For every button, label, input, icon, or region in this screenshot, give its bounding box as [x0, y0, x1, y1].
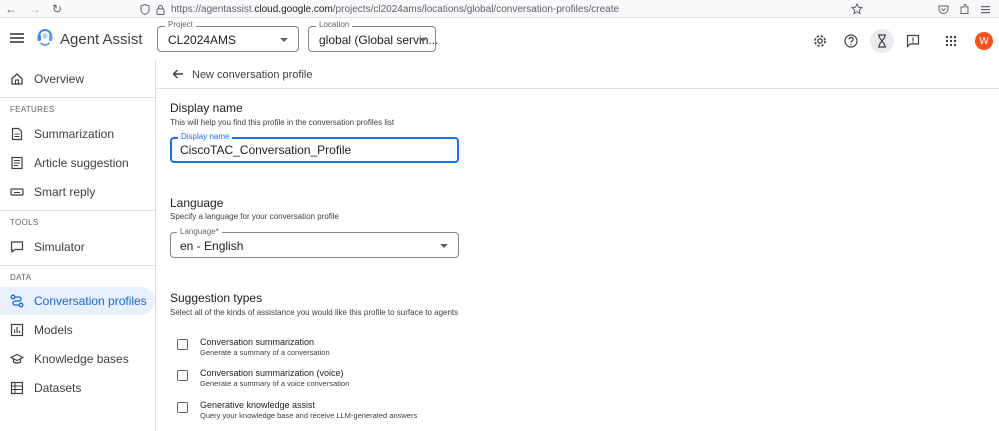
- hourglass-icon[interactable]: [870, 29, 894, 53]
- route-icon: [10, 294, 24, 308]
- header-actions: W: [801, 29, 993, 53]
- display-name-description: This will help you find this profile in …: [170, 118, 395, 127]
- chevron-down-icon: [280, 38, 288, 42]
- display-name-heading: Display name: [170, 101, 243, 115]
- url-text: https://agentassist.cloud.google.com/pro…: [171, 3, 620, 15]
- sidebar-item-label: Smart reply: [34, 185, 96, 199]
- sidebar-item-simulator[interactable]: Simulator: [0, 233, 155, 261]
- help-icon[interactable]: [839, 29, 863, 53]
- back-arrow-icon[interactable]: [171, 67, 185, 81]
- display-name-input[interactable]: [180, 143, 450, 157]
- section-heading-tools: TOOLS: [10, 218, 39, 227]
- language-dropdown[interactable]: Language* en - English: [170, 227, 459, 258]
- option-title: Conversation summarization (voice): [200, 368, 344, 378]
- sidebar-item-overview[interactable]: Overview: [0, 65, 155, 93]
- section-heading-features: FEATURES: [10, 105, 55, 114]
- page-header: New conversation profile: [157, 60, 999, 89]
- settings-gear-icon[interactable]: [808, 29, 832, 53]
- display-name-label: Display name: [178, 132, 233, 141]
- agent-assist-logo: [37, 29, 53, 46]
- sidebar-item-label: Overview: [34, 72, 85, 86]
- sidebar-item-conversation-profiles[interactable]: Conversation profiles: [0, 287, 155, 315]
- display-name-field: Display name: [170, 132, 459, 163]
- project-selector[interactable]: Project CL2024AMS: [157, 20, 299, 52]
- conversation-summarization-checkbox[interactable]: [177, 339, 188, 350]
- keyboard-icon: [10, 188, 24, 196]
- graduation-cap-icon: [10, 353, 24, 364]
- language-value: en - English: [180, 239, 244, 253]
- option-subtitle: Query your knowledge base and receive LL…: [200, 411, 418, 420]
- option-subtitle: Generate a summary of a conversation: [200, 348, 330, 357]
- sidebar-item-summarization[interactable]: Summarization: [0, 120, 155, 148]
- sidebar-divider: [0, 97, 156, 98]
- address-bar[interactable]: https://agentassist.cloud.google.com/pro…: [140, 1, 619, 17]
- sidebar-item-knowledge-bases[interactable]: Knowledge bases: [0, 345, 155, 373]
- bookmark-star-icon[interactable]: [851, 3, 863, 15]
- language-label: Language*: [177, 227, 222, 236]
- more-menu-icon[interactable]: [980, 4, 991, 15]
- sidebar-item-models[interactable]: Models: [0, 316, 155, 344]
- main-menu-icon[interactable]: [10, 31, 24, 45]
- apps-grid-icon[interactable]: [939, 29, 963, 53]
- suggestion-types-heading: Suggestion types: [170, 291, 263, 305]
- sidebar-item-label: Summarization: [34, 127, 115, 141]
- sidebar: Overview FEATURES Summarization Article …: [0, 60, 156, 431]
- avatar[interactable]: W: [975, 32, 993, 50]
- sidebar-item-label: Article suggestion: [34, 156, 129, 170]
- location-label: Location: [316, 20, 353, 29]
- forward-nav-icon[interactable]: →: [26, 0, 44, 18]
- language-heading: Language: [170, 196, 224, 210]
- sidebar-item-smart-reply[interactable]: Smart reply: [0, 178, 155, 206]
- option-subtitle: Generate a summary of a voice conversati…: [200, 379, 350, 388]
- article-icon: [11, 156, 23, 170]
- browser-toolbar: ← → ↻ https://agentassist.cloud.google.c…: [0, 0, 999, 18]
- feedback-icon[interactable]: [901, 29, 925, 53]
- reload-icon[interactable]: ↻: [48, 0, 66, 18]
- sidebar-item-label: Knowledge bases: [34, 352, 129, 366]
- sidebar-item-label: Datasets: [34, 381, 82, 395]
- page-title: New conversation profile: [192, 69, 313, 81]
- sidebar-item-label: Simulator: [34, 240, 85, 254]
- sidebar-divider: [0, 265, 156, 266]
- chevron-down-icon: [440, 244, 448, 248]
- language-description: Specify a language for your conversation…: [170, 212, 339, 221]
- document-icon: [11, 127, 23, 141]
- sidebar-item-label: Models: [34, 323, 73, 337]
- main-content: New conversation profile Display name Th…: [157, 60, 999, 431]
- shield-icon: [140, 3, 150, 15]
- sidebar-item-label: Conversation profiles: [34, 294, 147, 308]
- project-value: CL2024AMS: [168, 33, 237, 47]
- sidebar-divider: [0, 210, 156, 211]
- generative-knowledge-assist-checkbox[interactable]: [177, 402, 188, 413]
- suggestion-types-description: Select all of the kinds of assistance yo…: [170, 308, 459, 317]
- chat-bubble-icon: [10, 241, 24, 254]
- option-title: Conversation summarization: [200, 337, 315, 347]
- conversation-summarization-voice-checkbox[interactable]: [177, 370, 188, 381]
- list-box-icon: [10, 381, 24, 395]
- back-nav-icon[interactable]: ←: [2, 0, 20, 18]
- project-label: Project: [165, 20, 196, 29]
- home-icon: [11, 73, 23, 85]
- chart-box-icon: [10, 323, 24, 337]
- sidebar-item-datasets[interactable]: Datasets: [0, 374, 155, 402]
- option-title: Generative knowledge assist: [200, 400, 316, 410]
- extensions-icon[interactable]: [959, 3, 970, 15]
- chevron-down-icon: [419, 38, 427, 42]
- pocket-icon[interactable]: [938, 4, 949, 15]
- location-selector[interactable]: Location global (Global servin...: [308, 20, 438, 52]
- lock-icon: [156, 4, 165, 15]
- app-title: Agent Assist: [60, 31, 143, 48]
- section-heading-data: DATA: [10, 273, 32, 282]
- browser-extensions: [938, 1, 991, 17]
- sidebar-item-article-suggestion[interactable]: Article suggestion: [0, 149, 155, 177]
